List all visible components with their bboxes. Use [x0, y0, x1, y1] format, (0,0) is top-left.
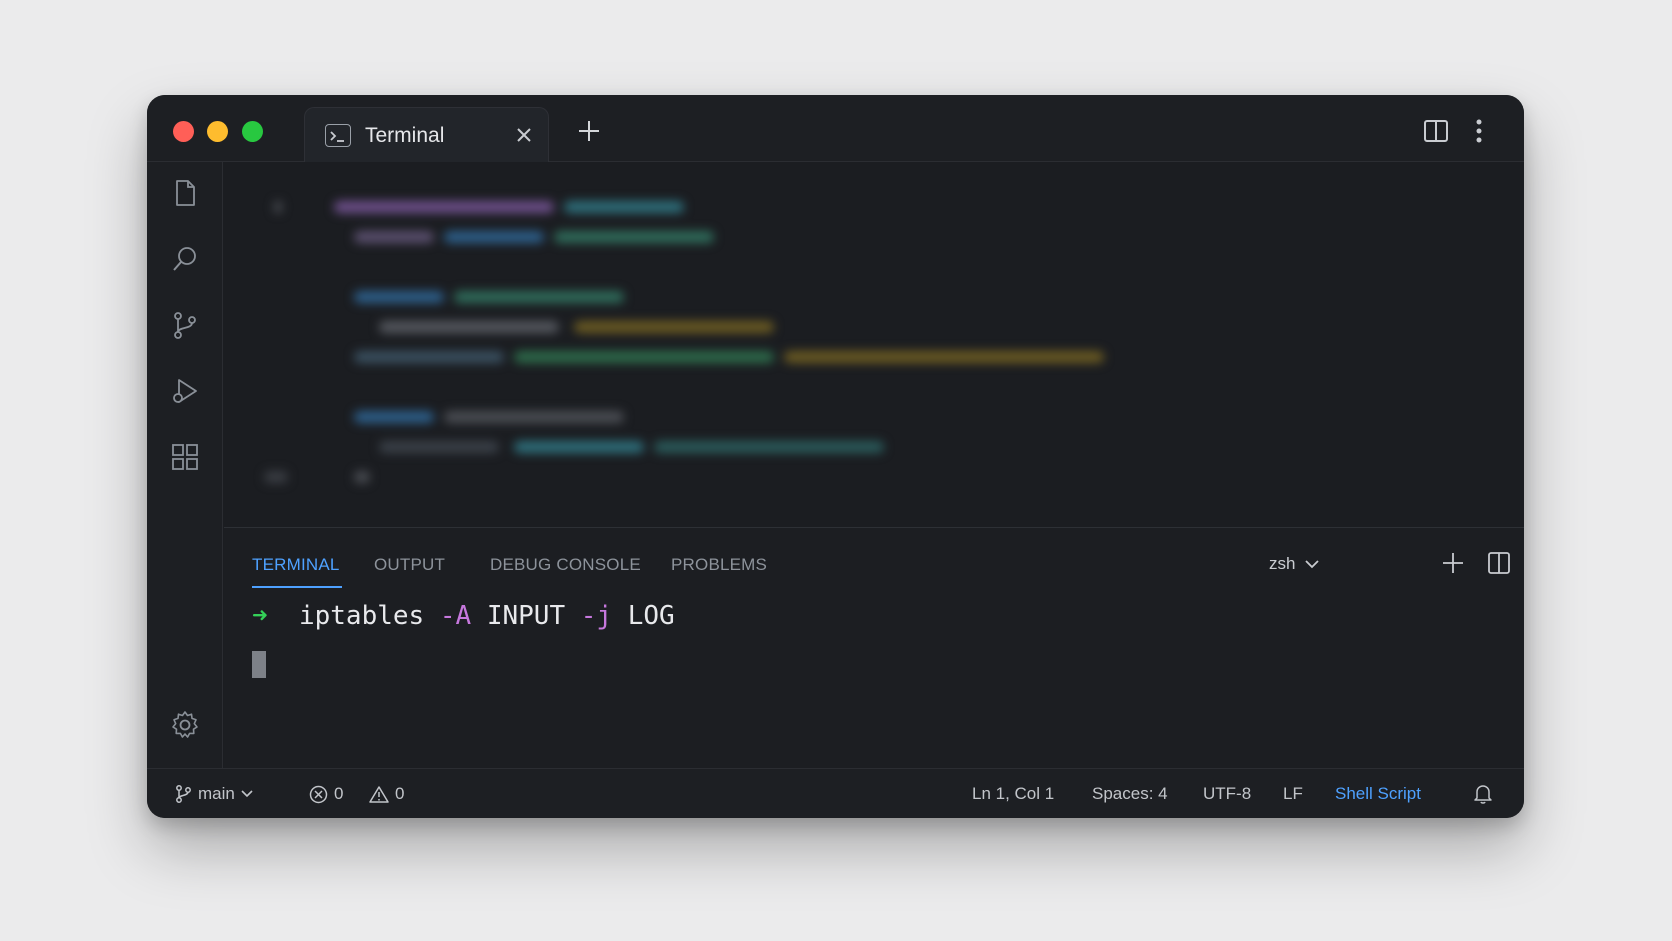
branch-selector[interactable]: main: [174, 784, 253, 804]
split-editor-icon[interactable]: [1423, 119, 1449, 143]
terminal-command-line[interactable]: ➜ iptables -A INPUT -j LOG: [252, 601, 675, 631]
tab-terminal[interactable]: Terminal: [304, 107, 549, 162]
errors-indicator[interactable]: 0: [309, 784, 343, 804]
bell-icon[interactable]: [1473, 783, 1493, 805]
settings-gear-icon[interactable]: [170, 710, 200, 740]
language-mode[interactable]: Shell Script: [1335, 784, 1421, 804]
editor-area-blurred: [224, 163, 1524, 527]
source-control-icon[interactable]: [170, 310, 200, 340]
close-tab-icon[interactable]: [513, 124, 535, 146]
terminal-icon: [325, 124, 351, 147]
command-flag-a: -A: [439, 601, 472, 631]
line-ending-setting[interactable]: LF: [1283, 784, 1303, 804]
warning-count: 0: [395, 784, 405, 803]
maximize-window-button[interactable]: [242, 121, 263, 142]
blurred-code: [224, 163, 1524, 527]
shell-selector[interactable]: zsh: [1269, 554, 1320, 574]
search-icon[interactable]: [170, 244, 200, 274]
indentation-setting[interactable]: Spaces: 4: [1092, 784, 1168, 804]
terminal-cursor: [252, 651, 266, 678]
command-target: LOG: [627, 601, 675, 631]
branch-name: main: [198, 784, 235, 803]
chevron-down-icon: [241, 790, 253, 798]
extensions-icon[interactable]: [170, 442, 200, 472]
encoding-setting[interactable]: UTF-8: [1203, 784, 1251, 804]
panel-tab-output[interactable]: OUTPUT: [374, 555, 445, 575]
minimize-window-button[interactable]: [207, 121, 228, 142]
new-tab-plus-icon[interactable]: [577, 119, 601, 143]
files-icon[interactable]: [170, 178, 200, 208]
run-debug-icon[interactable]: [170, 376, 200, 406]
error-circle-icon: [309, 785, 328, 803]
git-branch-icon: [176, 785, 191, 803]
title-bar: Terminal: [147, 95, 1524, 162]
split-terminal-icon[interactable]: [1486, 550, 1512, 576]
command-name: iptables: [298, 601, 425, 631]
cursor-position[interactable]: Ln 1, Col 1: [972, 784, 1054, 804]
command-flag-j: -j: [580, 601, 613, 631]
shell-name: zsh: [1269, 554, 1296, 573]
panel-tab-problems[interactable]: PROBLEMS: [671, 555, 767, 575]
error-count: 0: [334, 784, 344, 803]
activity-bar: [147, 162, 223, 768]
warnings-indicator[interactable]: 0: [369, 784, 404, 804]
new-terminal-plus-icon[interactable]: [1440, 550, 1466, 576]
editor-window: Terminal TERMINAL OUTPUT DEBUG CONSOLE P…: [147, 95, 1524, 818]
status-bar: main 0 0 Ln 1, Col 1 Spaces: 4 UTF-8 LF …: [147, 768, 1524, 818]
tab-title: Terminal: [365, 124, 445, 147]
prompt-arrow-icon: ➜: [252, 601, 268, 631]
panel-tab-debug-console[interactable]: DEBUG CONSOLE: [490, 555, 641, 575]
panel-tab-terminal[interactable]: TERMINAL: [252, 555, 340, 575]
chevron-down-icon: [1305, 560, 1320, 569]
active-tab-indicator: [252, 586, 342, 588]
bottom-panel: TERMINAL OUTPUT DEBUG CONSOLE PROBLEMS z…: [224, 527, 1524, 768]
close-window-button[interactable]: [173, 121, 194, 142]
command-chain: INPUT: [486, 601, 566, 631]
warning-triangle-icon: [369, 785, 389, 803]
more-actions-icon[interactable]: [1473, 117, 1485, 145]
